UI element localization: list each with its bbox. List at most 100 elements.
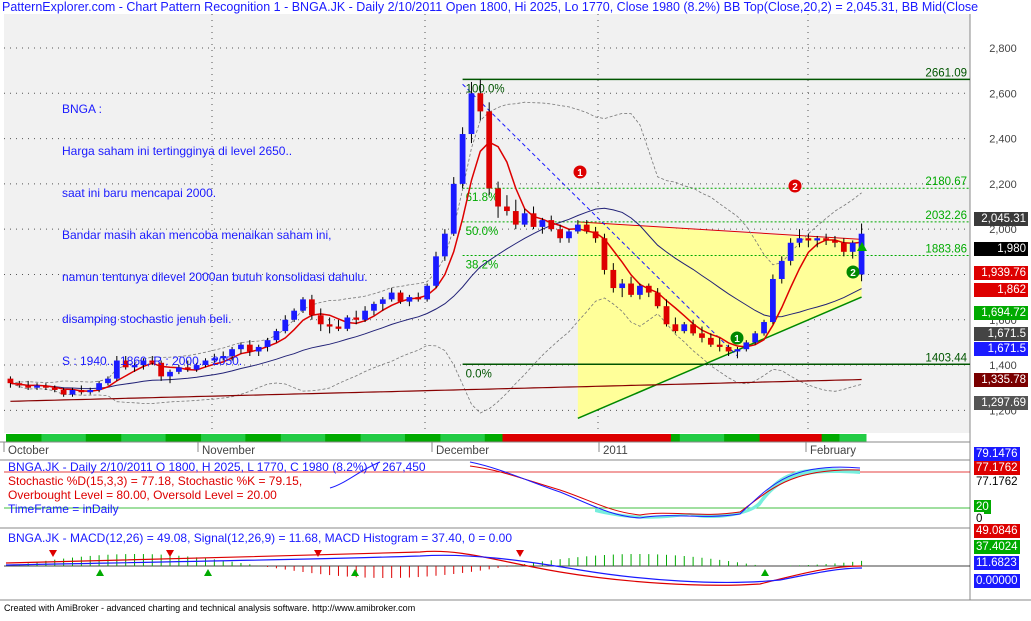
candle-body — [743, 342, 750, 350]
sell-signal-arrow — [49, 550, 57, 557]
note-line: namun tentunya dilevel 2000an butuh kons… — [62, 270, 368, 284]
macd-tag: 49.0846 — [974, 524, 1020, 538]
volume-color-bar — [263, 434, 273, 442]
candle-body — [379, 299, 386, 304]
volume-color-bar — [245, 434, 255, 442]
candle-body — [787, 242, 794, 261]
chart-title: PatternExplorer.com - Chart Pattern Reco… — [2, 0, 979, 14]
volume-color-bar — [369, 434, 379, 442]
volume-color-bar — [174, 434, 184, 442]
candle-body — [628, 283, 634, 295]
candle-body — [681, 324, 688, 332]
candle-body — [752, 333, 759, 343]
volume-color-bar — [608, 434, 619, 442]
candle-body — [849, 242, 856, 252]
candle-body — [654, 292, 661, 307]
candle-body — [761, 322, 767, 334]
fib-label: 61.8% — [466, 192, 499, 204]
volume-color-bar — [821, 434, 832, 442]
volume-color-bar — [94, 434, 105, 442]
candle-body — [388, 292, 395, 300]
volume-color-bar — [183, 434, 193, 442]
volume-color-bar — [209, 434, 220, 442]
x-axis-label: November — [202, 445, 255, 457]
volume-color-bar — [422, 434, 433, 442]
sell-signal-arrow — [314, 550, 322, 557]
volume-color-bar — [156, 434, 167, 442]
price-tag: 1,671.5 — [974, 341, 1028, 356]
stoch-tag: 77.1762 — [974, 461, 1020, 475]
candle-body — [539, 220, 546, 227]
candle-body — [406, 297, 413, 302]
volume-color-bar — [41, 434, 51, 442]
volume-color-bar — [449, 434, 459, 442]
volume-color-bar — [591, 434, 601, 442]
candle-body — [415, 297, 422, 300]
candle-body — [823, 238, 829, 241]
volume-color-bar — [812, 434, 823, 442]
candle-body — [778, 260, 785, 279]
candle-body — [477, 93, 484, 112]
volume-color-bar — [254, 434, 264, 442]
volume-color-bar — [520, 434, 530, 442]
candle-body — [663, 306, 670, 325]
price-tag: 1,297.69 — [974, 396, 1028, 411]
volume-color-bar — [404, 434, 415, 442]
candle-body — [441, 233, 448, 257]
volume-color-bar — [59, 434, 69, 442]
volume-color-bar — [795, 434, 805, 442]
fib-value: 2032.26 — [925, 210, 967, 222]
candle-body — [397, 292, 404, 302]
y-tick-label: 2,200 — [989, 179, 1017, 191]
price-tag: 1,862 — [974, 283, 1028, 298]
x-axis-label: February — [810, 445, 856, 457]
candle-body — [530, 213, 537, 227]
volume-color-bar — [467, 434, 477, 442]
volume-color-bar — [600, 434, 610, 442]
volume-color-bar — [511, 434, 521, 442]
volume-color-bar — [316, 434, 326, 442]
volume-color-bar — [582, 434, 592, 442]
volume-color-bar — [298, 434, 308, 442]
volume-color-bar — [458, 434, 468, 442]
volume-color-bar — [768, 434, 778, 442]
buy-signal-arrow — [96, 569, 104, 576]
note-line: BNGA : — [62, 102, 103, 116]
volume-color-bar — [688, 434, 699, 442]
volume-color-bar — [741, 434, 752, 442]
volume-color-bar — [857, 434, 867, 442]
fib-value: 2180.67 — [925, 176, 967, 188]
volume-color-bar — [564, 434, 574, 442]
volume-color-bar — [715, 434, 725, 442]
price-tag: 1,939.76 — [974, 265, 1028, 280]
volume-color-bar — [227, 434, 238, 442]
volume-color-bar — [750, 434, 761, 442]
candle-body — [43, 385, 49, 388]
fib-label: 50.0% — [466, 226, 499, 238]
volume-color-bar — [165, 434, 175, 442]
candle-body — [433, 256, 439, 286]
volume-color-bar — [413, 434, 424, 442]
stoch-tag: 77.1762 — [974, 475, 1020, 489]
candle-body — [574, 224, 581, 232]
stoch-fill — [595, 468, 860, 519]
candle-body — [601, 238, 608, 270]
candle-body — [716, 344, 723, 347]
price-tag: 1,671.5 — [974, 326, 1028, 341]
volume-color-bar — [555, 434, 566, 442]
volume-color-bar — [236, 434, 246, 442]
volume-color-bar — [529, 434, 539, 442]
volume-color-bar — [848, 434, 858, 442]
buy-signal-arrow — [351, 569, 359, 576]
price-tag: 1,980 — [974, 241, 1028, 256]
volume-color-bar — [351, 434, 362, 442]
candle-body — [504, 206, 510, 212]
candle-body — [583, 224, 590, 232]
volume-color-bar — [6, 434, 16, 442]
volume-color-bar — [32, 434, 42, 442]
buy-signal-arrow — [204, 569, 212, 576]
volume-color-bar — [192, 434, 202, 442]
volume-color-bar — [777, 434, 787, 442]
volume-color-bar — [679, 434, 690, 442]
volume-color-bar — [431, 434, 441, 442]
